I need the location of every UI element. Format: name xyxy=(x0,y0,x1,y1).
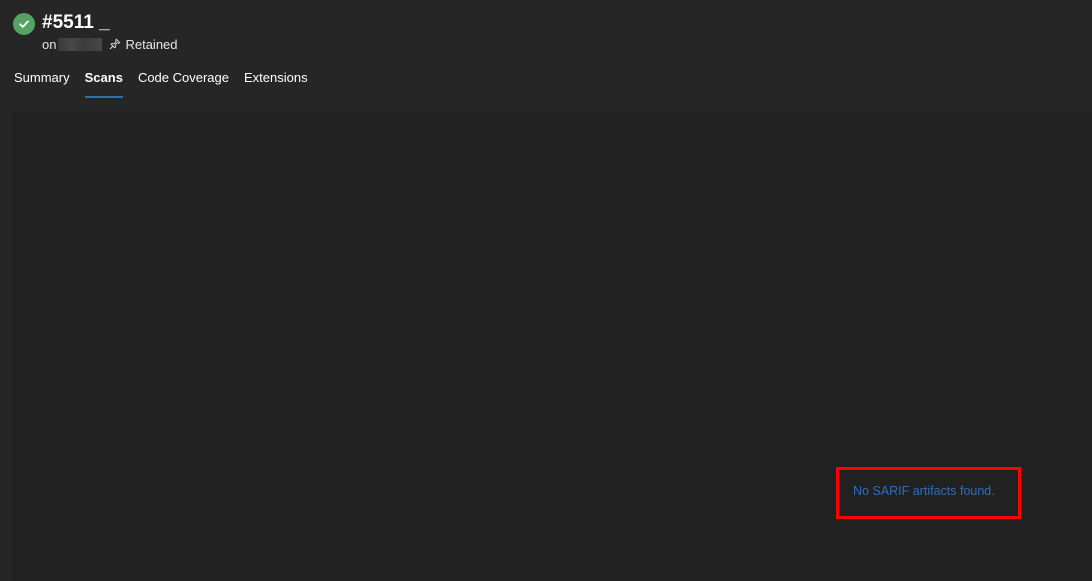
run-subline: on Retained xyxy=(42,35,178,53)
run-subline-prefix: on xyxy=(42,36,57,52)
pin-icon xyxy=(109,38,121,50)
retained-label: Retained xyxy=(125,36,178,52)
run-tabs: Summary Scans Code Coverage Extensions xyxy=(14,66,308,100)
tab-code-coverage[interactable]: Code Coverage xyxy=(138,66,229,100)
redacted-branch xyxy=(58,37,103,51)
highlight-box xyxy=(836,467,1021,519)
tab-scans[interactable]: Scans xyxy=(84,66,124,100)
success-check-icon xyxy=(13,13,35,35)
run-title: #5511 _ xyxy=(42,12,110,33)
tab-extensions[interactable]: Extensions xyxy=(244,66,308,100)
tab-summary[interactable]: Summary xyxy=(14,66,70,100)
run-header: #5511 _ on Retained Summary Scans Code C… xyxy=(0,0,1092,112)
